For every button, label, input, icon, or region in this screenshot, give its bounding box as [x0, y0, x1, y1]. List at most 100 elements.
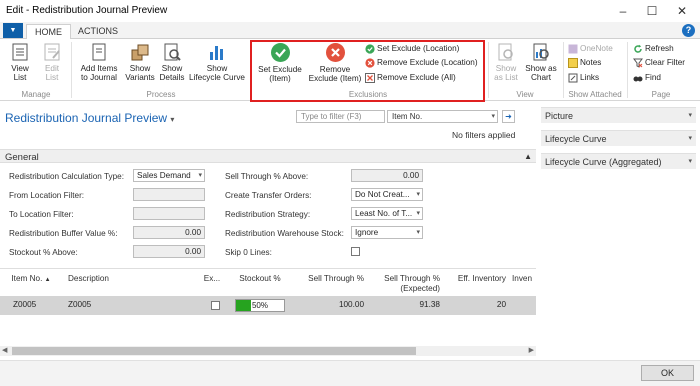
show-lifecycle-curve-button[interactable]: Show Lifecycle Curve — [187, 42, 247, 82]
group-label-process: Process — [146, 90, 176, 99]
tab-home[interactable]: HOME — [26, 24, 71, 40]
col-description[interactable]: Description — [68, 274, 109, 284]
sell-through-above-field[interactable]: 0.00 — [351, 169, 423, 182]
minimize-button[interactable]: – — [612, 2, 634, 20]
refresh-button[interactable]: Refresh — [633, 43, 674, 55]
buffer-value-label: Redistribution Buffer Value %: — [9, 229, 118, 238]
scroll-left-icon: ◀ — [2, 347, 8, 354]
show-variants-button[interactable]: Show Variants — [124, 42, 156, 82]
cell-eff-inventory[interactable]: 20 — [444, 300, 506, 309]
col-eff-inventory[interactable]: Eff. Inventory — [444, 274, 506, 284]
group-label-show-attached: Show Attached — [568, 90, 622, 99]
group-label-manage: Manage — [21, 90, 51, 99]
cell-sell-through-expected[interactable]: 91.38 — [368, 300, 441, 309]
link-icon — [568, 73, 578, 83]
chevron-down-icon: ▾ — [416, 229, 420, 236]
scrollbar-thumb[interactable] — [12, 347, 416, 355]
filter-field-select[interactable]: Item No. ▾ — [387, 110, 498, 123]
stockout-above-field[interactable]: 0.00 — [133, 245, 205, 258]
maximize-button[interactable]: ☐ — [641, 2, 663, 20]
add-items-icon — [92, 43, 106, 61]
to-location-field[interactable] — [133, 207, 205, 220]
ribbon-tabs: ▼ HOME ACTIONS ? — [0, 22, 700, 40]
col-inventory[interactable]: Inven — [512, 274, 536, 284]
lines-grid-header: Item No. ▲ Description Ex... Stockout % … — [0, 268, 536, 295]
edit-list-button[interactable]: Edit List — [37, 42, 67, 82]
title-bar: Edit - Redistribution Journal Preview – … — [0, 0, 700, 22]
chevron-down-icon: ▾ — [416, 191, 420, 198]
tab-actions[interactable]: ACTIONS — [70, 24, 126, 39]
strategy-select[interactable]: Least No. of T... ▾ — [351, 207, 423, 220]
chevron-down-icon: ▾ — [688, 112, 692, 119]
from-location-field[interactable] — [133, 188, 205, 201]
apply-filter-arrow-icon[interactable]: ➜ — [502, 110, 515, 123]
buffer-value-field[interactable]: 0.00 — [133, 226, 205, 239]
create-transfer-orders-select[interactable]: Do Not Creat... ▾ — [351, 188, 423, 201]
exclusions-highlight-frame — [250, 40, 485, 102]
sort-asc-icon: ▲ — [44, 277, 51, 283]
stockout-progress-bar: 50% — [235, 299, 285, 312]
general-fasttab-header[interactable]: General ▲ — [0, 149, 536, 163]
col-item-no[interactable]: Item No. ▲ — [10, 274, 52, 285]
app-menu-button[interactable]: ▼ — [3, 23, 23, 38]
cell-description[interactable]: Z0005 — [68, 300, 91, 309]
strategy-label: Redistribution Strategy: — [225, 210, 311, 219]
footer-bar — [0, 360, 700, 386]
stockout-progress-label: 50% — [251, 301, 268, 310]
factbox-lifecycle-curve-aggregated[interactable]: Lifecycle Curve (Aggregated) ▾ — [541, 153, 696, 169]
calc-type-label: Redistribution Calculation Type: — [9, 172, 124, 181]
cell-excluded-checkbox[interactable] — [211, 301, 220, 310]
calc-type-select[interactable]: Sales Demand ▾ — [133, 169, 205, 182]
clear-filter-button[interactable]: Clear Filter — [633, 57, 685, 69]
table-row[interactable]: Z0005 Z0005 50% 100.00 91.38 20 — [0, 296, 536, 315]
to-location-label: To Location Filter: — [9, 210, 74, 219]
create-transfer-orders-label: Create Transfer Orders: — [225, 191, 312, 200]
chevron-down-icon: ▾ — [198, 172, 202, 179]
clear-filter-icon — [633, 58, 643, 68]
show-details-button[interactable]: Show Details — [157, 42, 187, 82]
show-as-chart-button[interactable]: Show as Chart — [523, 42, 559, 82]
onenote-button[interactable]: OneNote — [568, 43, 613, 55]
find-button[interactable]: Find — [633, 72, 661, 84]
details-icon — [164, 43, 181, 61]
group-label-view: View — [516, 90, 534, 99]
page-title: Redistribution Journal Preview ▾ — [5, 111, 175, 125]
factbox-picture[interactable]: Picture ▾ — [541, 107, 696, 123]
warehouse-stock-select[interactable]: Ignore ▾ — [351, 226, 423, 239]
cell-sell-through[interactable]: 100.00 — [300, 300, 364, 309]
links-button[interactable]: Links — [568, 72, 599, 84]
col-sell-through-expected[interactable]: Sell Through % (Expected) — [368, 274, 440, 294]
scroll-right-icon: ▶ — [528, 347, 534, 354]
collapse-icon: ▲ — [524, 152, 532, 161]
help-icon[interactable]: ? — [682, 24, 695, 37]
window-title: Edit - Redistribution Journal Preview — [6, 5, 168, 16]
col-sell-through[interactable]: Sell Through % — [300, 274, 364, 284]
bar-chart-icon — [210, 46, 223, 60]
group-label-page: Page — [651, 90, 671, 99]
no-filters-status: No filters applied — [452, 130, 516, 140]
cell-item-no[interactable]: Z0005 — [13, 300, 36, 309]
col-stockout[interactable]: Stockout % — [235, 274, 285, 284]
chevron-down-icon: ▾ — [688, 135, 692, 142]
factbox-lifecycle-curve[interactable]: Lifecycle Curve ▾ — [541, 130, 696, 146]
chart-view-icon — [533, 43, 549, 61]
refresh-icon — [634, 44, 642, 53]
view-list-button[interactable]: View List — [5, 42, 35, 82]
onenote-icon — [568, 44, 578, 54]
horizontal-scrollbar[interactable]: ◀ ▶ — [0, 346, 536, 356]
notes-button[interactable]: Notes — [568, 57, 601, 69]
skip-zero-lines-checkbox[interactable] — [351, 247, 360, 256]
note-icon — [568, 57, 578, 68]
chevron-down-icon: ▾ — [491, 113, 495, 120]
sell-through-above-label: Sell Through % Above: — [225, 172, 309, 181]
col-excluded[interactable]: Ex... — [201, 274, 223, 284]
warehouse-stock-label: Redistribution Warehouse Stock: — [225, 229, 344, 238]
variants-icon — [131, 44, 149, 61]
stockout-above-label: Stockout % Above: — [9, 248, 78, 257]
ok-button[interactable]: OK — [641, 365, 694, 381]
add-items-to-journal-button[interactable]: Add Items to Journal — [76, 42, 122, 82]
filter-input[interactable]: Type to filter (F3) — [296, 110, 385, 123]
view-list-icon — [12, 43, 28, 61]
show-as-list-button[interactable]: Show as List — [491, 42, 521, 82]
close-button[interactable]: ✕ — [671, 2, 693, 20]
